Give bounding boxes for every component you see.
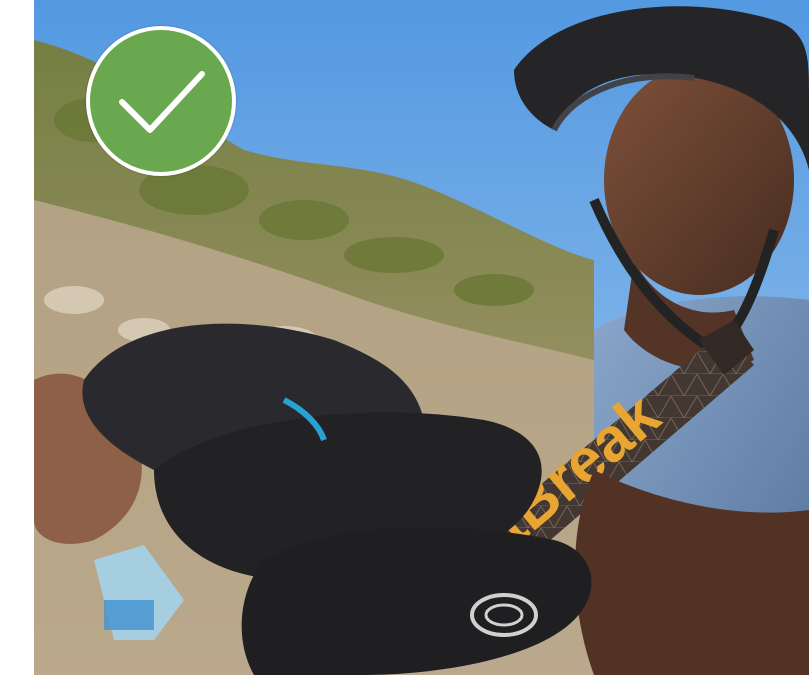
checkmark-badge xyxy=(86,26,236,176)
checkmark-icon xyxy=(119,71,205,133)
